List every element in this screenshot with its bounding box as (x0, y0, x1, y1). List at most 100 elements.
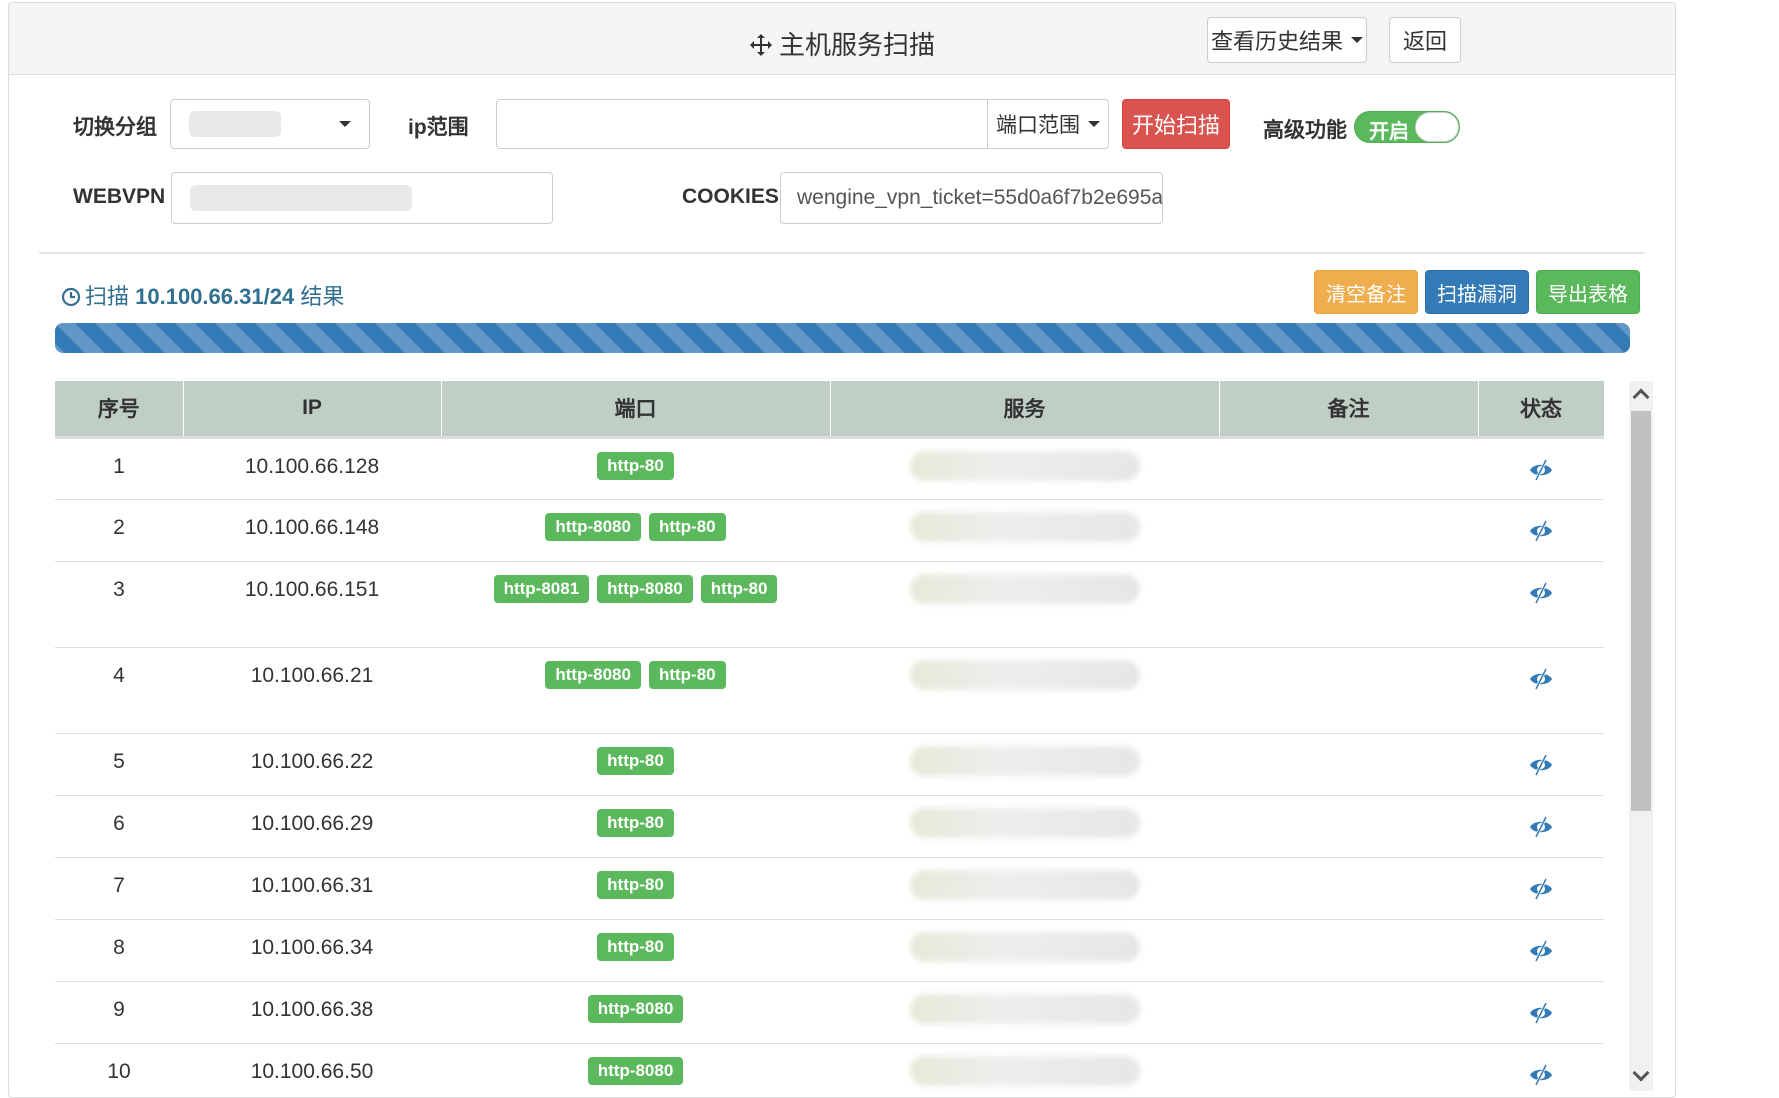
cell-note[interactable] (1219, 733, 1478, 796)
eye-slash-icon[interactable] (1528, 938, 1554, 964)
port-tag[interactable]: http-80 (597, 932, 674, 961)
advanced-toggle[interactable]: 开启 (1354, 111, 1460, 143)
cell-index: 7 (55, 857, 183, 920)
export-table-button[interactable]: 导出表格 (1536, 270, 1640, 314)
port-tag[interactable]: http-8080 (545, 660, 641, 689)
cell-index: 3 (55, 561, 183, 648)
cell-ports: http-8080 (441, 981, 830, 1044)
cell-note[interactable] (1219, 1043, 1478, 1097)
advanced-toggle-label: 开启 (1369, 121, 1409, 143)
divider (39, 252, 1644, 254)
port-tag[interactable]: http-80 (597, 870, 674, 899)
eye-slash-icon[interactable] (1528, 580, 1554, 606)
history-results-button[interactable]: 查看历史结果 (1207, 17, 1367, 63)
results-table-container: 序号 IP 端口 服务 备注 状态 1 10.100.66.128 http-80 2… (55, 381, 1604, 1097)
back-button[interactable]: 返回 (1389, 17, 1461, 63)
eye-slash-icon[interactable] (1528, 876, 1554, 902)
header-service: 服务 (830, 381, 1220, 439)
cell-ip: 10.100.66.22 (183, 733, 441, 796)
table-row: 1 10.100.66.128 http-80 (55, 437, 1604, 500)
port-tag[interactable]: http-80 (597, 451, 674, 480)
cell-note[interactable] (1219, 795, 1478, 858)
scan-progress-fill (55, 323, 1630, 353)
cell-note[interactable] (1219, 981, 1478, 1044)
toggle-knob (1415, 112, 1459, 142)
cell-ip: 10.100.66.128 (183, 437, 441, 500)
eye-slash-icon[interactable] (1528, 752, 1554, 778)
caret-down-icon (339, 121, 351, 127)
port-tag[interactable]: http-8080 (587, 994, 684, 1023)
cell-status (1478, 437, 1604, 500)
cell-ip: 10.100.66.31 (183, 857, 441, 920)
eye-slash-icon[interactable] (1528, 1000, 1554, 1026)
cell-service (830, 561, 1219, 648)
cell-ports: http-8080 http-80 (441, 647, 830, 734)
cell-note[interactable] (1219, 561, 1478, 648)
header-port: 端口 (441, 381, 831, 439)
eye-slash-icon[interactable] (1528, 1062, 1554, 1088)
group-label: 切换分组 (73, 116, 157, 139)
main-panel: 主机服务扫描 查看历史结果 返回 切换分组 ip范围 端口范围 开始扫描 高级功… (8, 2, 1676, 1098)
port-tag[interactable]: http-80 (648, 512, 726, 541)
port-tag[interactable]: http-8080 (587, 1056, 684, 1085)
page-title-text: 主机服务扫描 (778, 30, 935, 60)
cell-status (1478, 499, 1604, 562)
webvpn-input[interactable] (171, 172, 553, 224)
table-row: 8 10.100.66.34 http-80 (55, 919, 1604, 982)
service-value-redacted (909, 1055, 1140, 1086)
cell-note[interactable] (1219, 437, 1478, 500)
cell-ports: http-8080 http-80 (441, 499, 830, 562)
port-range-button[interactable]: 端口范围 (987, 99, 1109, 149)
cell-note[interactable] (1219, 499, 1478, 562)
cell-service (830, 795, 1219, 858)
cell-service (830, 647, 1219, 734)
cell-service (830, 437, 1219, 500)
port-tag[interactable]: http-80 (648, 660, 726, 689)
cell-index: 1 (55, 437, 183, 500)
cell-status (1478, 795, 1604, 858)
scan-vuln-button[interactable]: 扫描漏洞 (1425, 270, 1529, 314)
port-tag[interactable]: http-8081 (493, 574, 590, 603)
result-title-prefix: 扫描 (85, 284, 130, 309)
cell-status (1478, 981, 1604, 1044)
group-select[interactable] (170, 99, 370, 149)
clock-icon (61, 287, 81, 307)
ip-range-input[interactable] (496, 99, 988, 149)
eye-slash-icon[interactable] (1528, 457, 1554, 483)
caret-down-icon (1351, 37, 1363, 43)
start-scan-label: 开始扫描 (1131, 113, 1220, 138)
cell-note[interactable] (1219, 647, 1478, 734)
cell-status (1478, 647, 1604, 734)
webvpn-label: WEBVPN (73, 185, 166, 208)
group-select-value-redacted (189, 111, 281, 137)
table-row: 9 10.100.66.38 http-8080 (55, 981, 1604, 1044)
cell-note[interactable] (1219, 857, 1478, 920)
scrollbar-thumb[interactable] (1631, 411, 1651, 811)
eye-slash-icon[interactable] (1528, 814, 1554, 840)
webvpn-value-redacted (190, 185, 412, 211)
cell-status (1478, 857, 1604, 920)
table-row: 2 10.100.66.148 http-8080 http-80 (55, 499, 1604, 562)
table-row: 3 10.100.66.151 http-8081 http-8080 http-80 (55, 561, 1604, 648)
port-tag[interactable]: http-8080 (545, 512, 641, 541)
table-scrollbar[interactable] (1629, 381, 1653, 1091)
scroll-down-icon[interactable] (1632, 1064, 1650, 1082)
start-scan-button[interactable]: 开始扫描 (1122, 99, 1230, 149)
ip-range-label: ip范围 (408, 116, 469, 139)
cell-service (830, 981, 1219, 1044)
eye-slash-icon[interactable] (1528, 518, 1554, 544)
cell-note[interactable] (1219, 919, 1478, 982)
header-status: 状态 (1478, 381, 1604, 439)
cell-ip: 10.100.66.151 (183, 561, 441, 648)
port-tag[interactable]: http-80 (597, 746, 674, 775)
cell-index: 5 (55, 733, 183, 796)
port-tag[interactable]: http-80 (597, 808, 674, 837)
table-row: 6 10.100.66.29 http-80 (55, 795, 1604, 858)
port-tag[interactable]: http-8080 (597, 574, 693, 603)
cookies-input[interactable]: wengine_vpn_ticket=55d0a6f7b2e695a6; r (780, 172, 1163, 224)
eye-slash-icon[interactable] (1528, 666, 1554, 692)
cell-index: 9 (55, 981, 183, 1044)
port-tag[interactable]: http-80 (700, 574, 778, 603)
clear-notes-button[interactable]: 清空备注 (1314, 270, 1418, 314)
scroll-up-icon[interactable] (1632, 388, 1650, 406)
